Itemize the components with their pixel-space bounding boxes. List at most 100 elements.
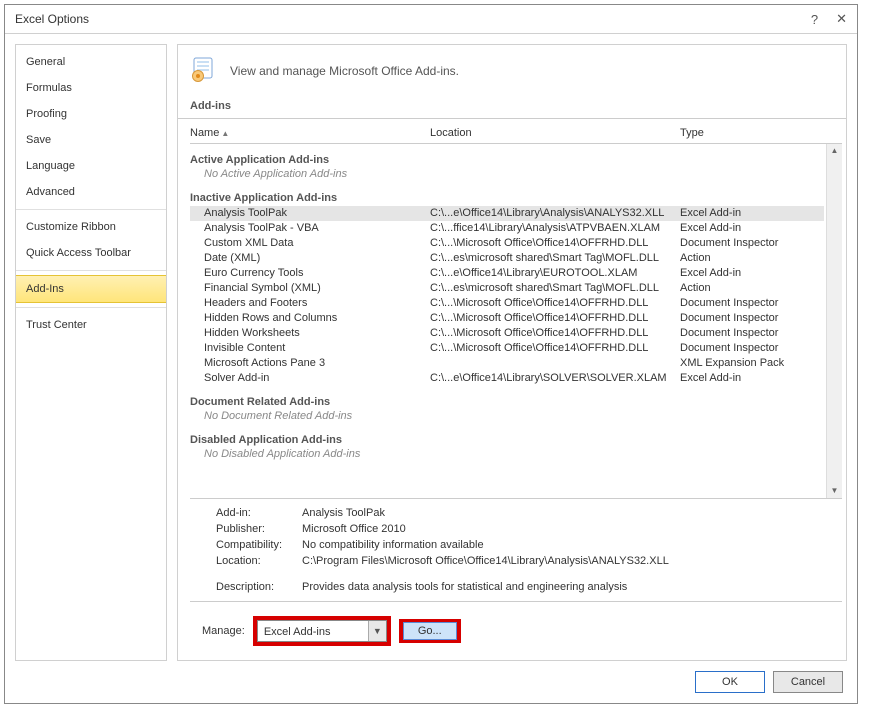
addin-location: C:\...\Microsoft Office\Office14\OFFRHD.… xyxy=(430,236,680,251)
addin-location: C:\...es\microsoft shared\Smart Tag\MOFL… xyxy=(430,281,680,296)
detail-label-publisher: Publisher: xyxy=(216,521,302,537)
sidebar-item-quick-access-toolbar[interactable]: Quick Access Toolbar xyxy=(16,240,166,266)
addin-location: C:\...\Microsoft Office\Office14\OFFRHD.… xyxy=(430,296,680,311)
addin-row[interactable]: Invisible ContentC:\...\Microsoft Office… xyxy=(190,341,826,356)
detail-value-addin: Analysis ToolPak xyxy=(302,505,385,521)
column-header-name[interactable]: Name▲ xyxy=(190,127,430,139)
sidebar-item-trust-center[interactable]: Trust Center xyxy=(16,312,166,338)
addin-row[interactable]: Analysis ToolPak - VBAC:\...ffice14\Libr… xyxy=(190,221,826,236)
addin-type: Excel Add-in xyxy=(680,206,824,221)
addin-location: C:\...e\Office14\Library\EUROTOOL.XLAM xyxy=(430,266,680,281)
addin-type: Excel Add-in xyxy=(680,371,826,386)
addin-type: Document Inspector xyxy=(680,236,826,251)
addin-type: Action xyxy=(680,251,826,266)
addin-type: XML Expansion Pack xyxy=(680,356,826,371)
go-button-highlight: Go... xyxy=(399,619,461,643)
addin-row[interactable]: Hidden WorksheetsC:\...\Microsoft Office… xyxy=(190,326,826,341)
addin-location: C:\...e\Office14\Library\Analysis\ANALYS… xyxy=(430,206,680,221)
addin-row[interactable]: Headers and FootersC:\...\Microsoft Offi… xyxy=(190,296,826,311)
ok-button[interactable]: OK xyxy=(695,671,765,693)
addin-name: Hidden Rows and Columns xyxy=(204,311,430,326)
addin-location: C:\...e\Office14\Library\SOLVER\SOLVER.X… xyxy=(430,371,680,386)
manage-combo-text: Excel Add-ins xyxy=(258,621,368,641)
go-button[interactable]: Go... xyxy=(403,622,457,640)
addin-name: Analysis ToolPak xyxy=(204,206,430,221)
sidebar-item-add-ins[interactable]: Add-Ins xyxy=(16,275,166,303)
main-panel: View and manage Microsoft Office Add-ins… xyxy=(177,44,847,661)
addin-row[interactable]: Microsoft Actions Pane 3XML Expansion Pa… xyxy=(190,356,826,371)
addin-location: C:\...\Microsoft Office\Office14\OFFRHD.… xyxy=(430,341,680,356)
column-header-location[interactable]: Location xyxy=(430,127,680,139)
addin-name: Headers and Footers xyxy=(204,296,430,311)
sidebar-item-customize-ribbon[interactable]: Customize Ribbon xyxy=(16,214,166,240)
group-empty: No Document Related Add-ins xyxy=(190,410,826,424)
main-header-text: View and manage Microsoft Office Add-ins… xyxy=(230,64,459,78)
addin-location: C:\...\Microsoft Office\Office14\OFFRHD.… xyxy=(430,311,680,326)
sidebar-item-proofing[interactable]: Proofing xyxy=(16,101,166,127)
addin-type: Document Inspector xyxy=(680,326,826,341)
addin-location: C:\...ffice14\Library\Analysis\ATPVBAEN.… xyxy=(430,221,680,236)
detail-label-location: Location: xyxy=(216,553,302,569)
addin-row[interactable]: Hidden Rows and ColumnsC:\...\Microsoft … xyxy=(190,311,826,326)
addin-name: Solver Add-in xyxy=(204,371,430,386)
scroll-down-icon[interactable]: ▼ xyxy=(827,484,842,498)
sidebar-item-language[interactable]: Language xyxy=(16,153,166,179)
chevron-down-icon[interactable]: ▼ xyxy=(368,621,386,641)
manage-bar: Manage: Excel Add-ins ▼ Go... xyxy=(190,601,842,660)
addin-location xyxy=(430,356,680,371)
addin-name: Financial Symbol (XML) xyxy=(204,281,430,296)
addin-details: Add-in:Analysis ToolPak Publisher:Micros… xyxy=(190,498,842,601)
addin-name: Analysis ToolPak - VBA xyxy=(204,221,430,236)
group-header: Active Application Add-ins xyxy=(190,144,826,168)
group-header: Disabled Application Add-ins xyxy=(190,424,826,448)
sidebar: GeneralFormulasProofingSaveLanguageAdvan… xyxy=(15,44,167,661)
detail-value-publisher: Microsoft Office 2010 xyxy=(302,521,406,537)
addin-type: Action xyxy=(680,281,826,296)
sidebar-item-save[interactable]: Save xyxy=(16,127,166,153)
addin-name: Date (XML) xyxy=(204,251,430,266)
detail-label-addin: Add-in: xyxy=(216,505,302,521)
addin-row[interactable]: Custom XML DataC:\...\Microsoft Office\O… xyxy=(190,236,826,251)
cancel-button[interactable]: Cancel xyxy=(773,671,843,693)
detail-label-desc: Description: xyxy=(216,579,302,595)
detail-label-compat: Compatibility: xyxy=(216,537,302,553)
help-button[interactable]: ? xyxy=(811,12,818,27)
addin-name: Custom XML Data xyxy=(204,236,430,251)
addin-name: Hidden Worksheets xyxy=(204,326,430,341)
addin-type: Excel Add-in xyxy=(680,221,826,236)
vertical-scrollbar[interactable]: ▲ ▼ xyxy=(826,144,842,498)
sidebar-item-general[interactable]: General xyxy=(16,49,166,75)
addin-location: C:\...es\microsoft shared\Smart Tag\MOFL… xyxy=(430,251,680,266)
dialog-title: Excel Options xyxy=(15,12,89,26)
dialog-footer: OK Cancel xyxy=(5,661,857,703)
sidebar-item-formulas[interactable]: Formulas xyxy=(16,75,166,101)
detail-value-desc: Provides data analysis tools for statist… xyxy=(302,579,627,595)
detail-value-location: C:\Program Files\Microsoft Office\Office… xyxy=(302,553,669,569)
group-header: Inactive Application Add-ins xyxy=(190,182,826,206)
addins-icon xyxy=(190,55,218,86)
addin-row[interactable]: Solver Add-inC:\...e\Office14\Library\SO… xyxy=(190,371,826,386)
column-header-type[interactable]: Type xyxy=(680,127,842,139)
close-button[interactable]: ✕ xyxy=(836,11,847,27)
addin-row[interactable]: Date (XML)C:\...es\microsoft shared\Smar… xyxy=(190,251,826,266)
sidebar-item-advanced[interactable]: Advanced xyxy=(16,179,166,205)
section-title: Add-ins xyxy=(178,100,846,119)
detail-value-compat: No compatibility information available xyxy=(302,537,484,553)
group-empty: No Active Application Add-ins xyxy=(190,168,826,182)
group-empty: No Disabled Application Add-ins xyxy=(190,448,826,462)
addin-type: Document Inspector xyxy=(680,341,826,356)
addins-list[interactable]: Active Application Add-insNo Active Appl… xyxy=(190,144,826,498)
addin-location: C:\...\Microsoft Office\Office14\OFFRHD.… xyxy=(430,326,680,341)
group-header: Document Related Add-ins xyxy=(190,386,826,410)
sort-asc-icon: ▲ xyxy=(219,129,229,138)
scroll-up-icon[interactable]: ▲ xyxy=(827,144,842,158)
manage-combo[interactable]: Excel Add-ins ▼ xyxy=(257,620,387,642)
addin-type: Document Inspector xyxy=(680,311,826,326)
addin-row[interactable]: Euro Currency ToolsC:\...e\Office14\Libr… xyxy=(190,266,826,281)
addin-type: Document Inspector xyxy=(680,296,826,311)
addin-row[interactable]: Financial Symbol (XML)C:\...es\microsoft… xyxy=(190,281,826,296)
manage-label: Manage: xyxy=(202,625,245,637)
addin-row[interactable]: Analysis ToolPakC:\...e\Office14\Library… xyxy=(190,206,824,221)
addin-name: Euro Currency Tools xyxy=(204,266,430,281)
manage-combo-highlight: Excel Add-ins ▼ xyxy=(253,616,391,646)
